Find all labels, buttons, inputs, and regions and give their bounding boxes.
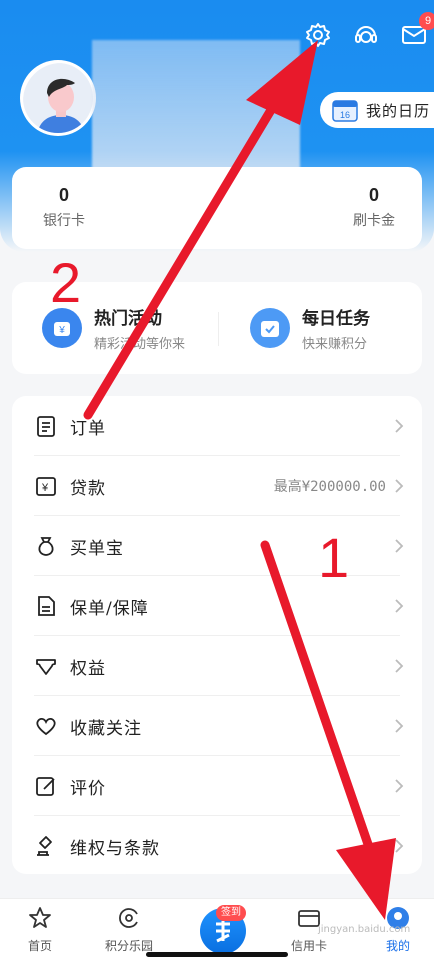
tab-points-park[interactable]: 积分乐园 xyxy=(94,905,164,954)
menu-label: 权益 xyxy=(70,658,106,679)
chevron-right-icon xyxy=(395,659,404,673)
menu-item-favorites[interactable]: 收藏关注 xyxy=(12,696,422,756)
stat-value: 0 xyxy=(368,185,379,205)
menu-list: 订单 ¥ 贷款 最高¥200000.00 买单宝 保单/保障 权益 收藏关注 评… xyxy=(12,396,422,874)
checkin-badge: 签到 xyxy=(216,905,246,921)
home-indicator xyxy=(146,952,288,957)
money-bag-icon xyxy=(38,537,54,556)
tab-label: 首页 xyxy=(27,939,52,953)
ticket-icon xyxy=(36,659,56,675)
stat-bank-cards[interactable]: 0 银行卡 xyxy=(24,185,104,230)
chevron-right-icon xyxy=(395,539,404,553)
daily-tasks-entry[interactable]: 每日任务 快来赚积分 xyxy=(250,304,370,352)
yen-card-icon: ¥ xyxy=(36,477,56,496)
loan-max-amount: 最高¥200000.00 xyxy=(273,479,386,495)
calendar-label: 我的日历 xyxy=(366,101,431,120)
stat-card-credit[interactable]: 0 刷卡金 xyxy=(334,185,414,230)
message-icon[interactable]: 9 xyxy=(397,12,434,52)
activity-title: 每日任务 xyxy=(302,309,370,329)
message-badge: 9 xyxy=(419,12,434,30)
settings-icon[interactable] xyxy=(301,18,335,52)
chevron-right-icon xyxy=(395,419,404,433)
chevron-right-icon xyxy=(395,719,404,733)
chevron-right-icon xyxy=(395,479,404,493)
stat-label: 刷卡金 xyxy=(353,213,395,229)
activity-subtitle: 快来赚积分 xyxy=(302,337,368,352)
customer-service-icon[interactable] xyxy=(349,18,383,52)
menu-item-reviews[interactable]: 评价 xyxy=(12,756,422,816)
heart-icon xyxy=(36,717,56,736)
tab-label: 我的 xyxy=(385,939,410,953)
svg-text:16: 16 xyxy=(340,110,350,120)
document-icon xyxy=(38,596,55,616)
annotation-number-1: 1 xyxy=(318,526,350,589)
watermark: jingyan.baidu.com xyxy=(318,924,411,935)
gavel-icon xyxy=(37,836,52,856)
menu-item-orders[interactable]: 订单 xyxy=(12,396,422,456)
my-calendar-button[interactable]: 16 我的日历 xyxy=(320,92,434,128)
avatar[interactable] xyxy=(20,60,96,136)
activity-title: 热门活动 xyxy=(94,309,162,329)
clipboard-icon xyxy=(37,416,55,437)
divider xyxy=(218,312,219,346)
chevron-right-icon xyxy=(395,599,404,613)
chevron-right-icon xyxy=(395,839,404,853)
calendar-check-icon xyxy=(250,308,290,348)
menu-label: 评价 xyxy=(70,778,106,799)
tab-home[interactable]: 首页 xyxy=(5,905,75,954)
chevron-right-icon xyxy=(395,779,404,793)
svg-text:¥: ¥ xyxy=(41,482,49,494)
menu-label: 收藏关注 xyxy=(70,718,142,739)
menu-label: 买单宝 xyxy=(70,538,124,559)
menu-label: 保单/保障 xyxy=(70,598,149,619)
activity-subtitle: 精彩活动等你来 xyxy=(94,337,186,352)
menu-label: 订单 xyxy=(70,418,106,439)
stats-card: 0 银行卡 0 刷卡金 xyxy=(12,167,422,249)
menu-label: 贷款 xyxy=(70,478,106,499)
svg-text:¥: ¥ xyxy=(58,325,65,336)
menu-item-rights-terms[interactable]: 维权与条款 xyxy=(12,816,422,876)
points-icon xyxy=(119,908,138,928)
menu-label: 维权与条款 xyxy=(70,838,160,859)
menu-item-maidanbao[interactable]: 买单宝 xyxy=(12,516,422,576)
stat-label: 银行卡 xyxy=(43,213,85,229)
edit-icon xyxy=(36,777,55,796)
menu-item-loans[interactable]: ¥ 贷款 最高¥200000.00 xyxy=(12,456,422,516)
star-icon xyxy=(29,907,51,928)
calendar-icon: 16 xyxy=(332,100,358,122)
stat-value: 0 xyxy=(58,185,69,205)
menu-item-policy[interactable]: 保单/保障 xyxy=(12,576,422,636)
menu-item-benefits[interactable]: 权益 xyxy=(12,636,422,696)
annotation-number-2: 2 xyxy=(50,251,82,314)
